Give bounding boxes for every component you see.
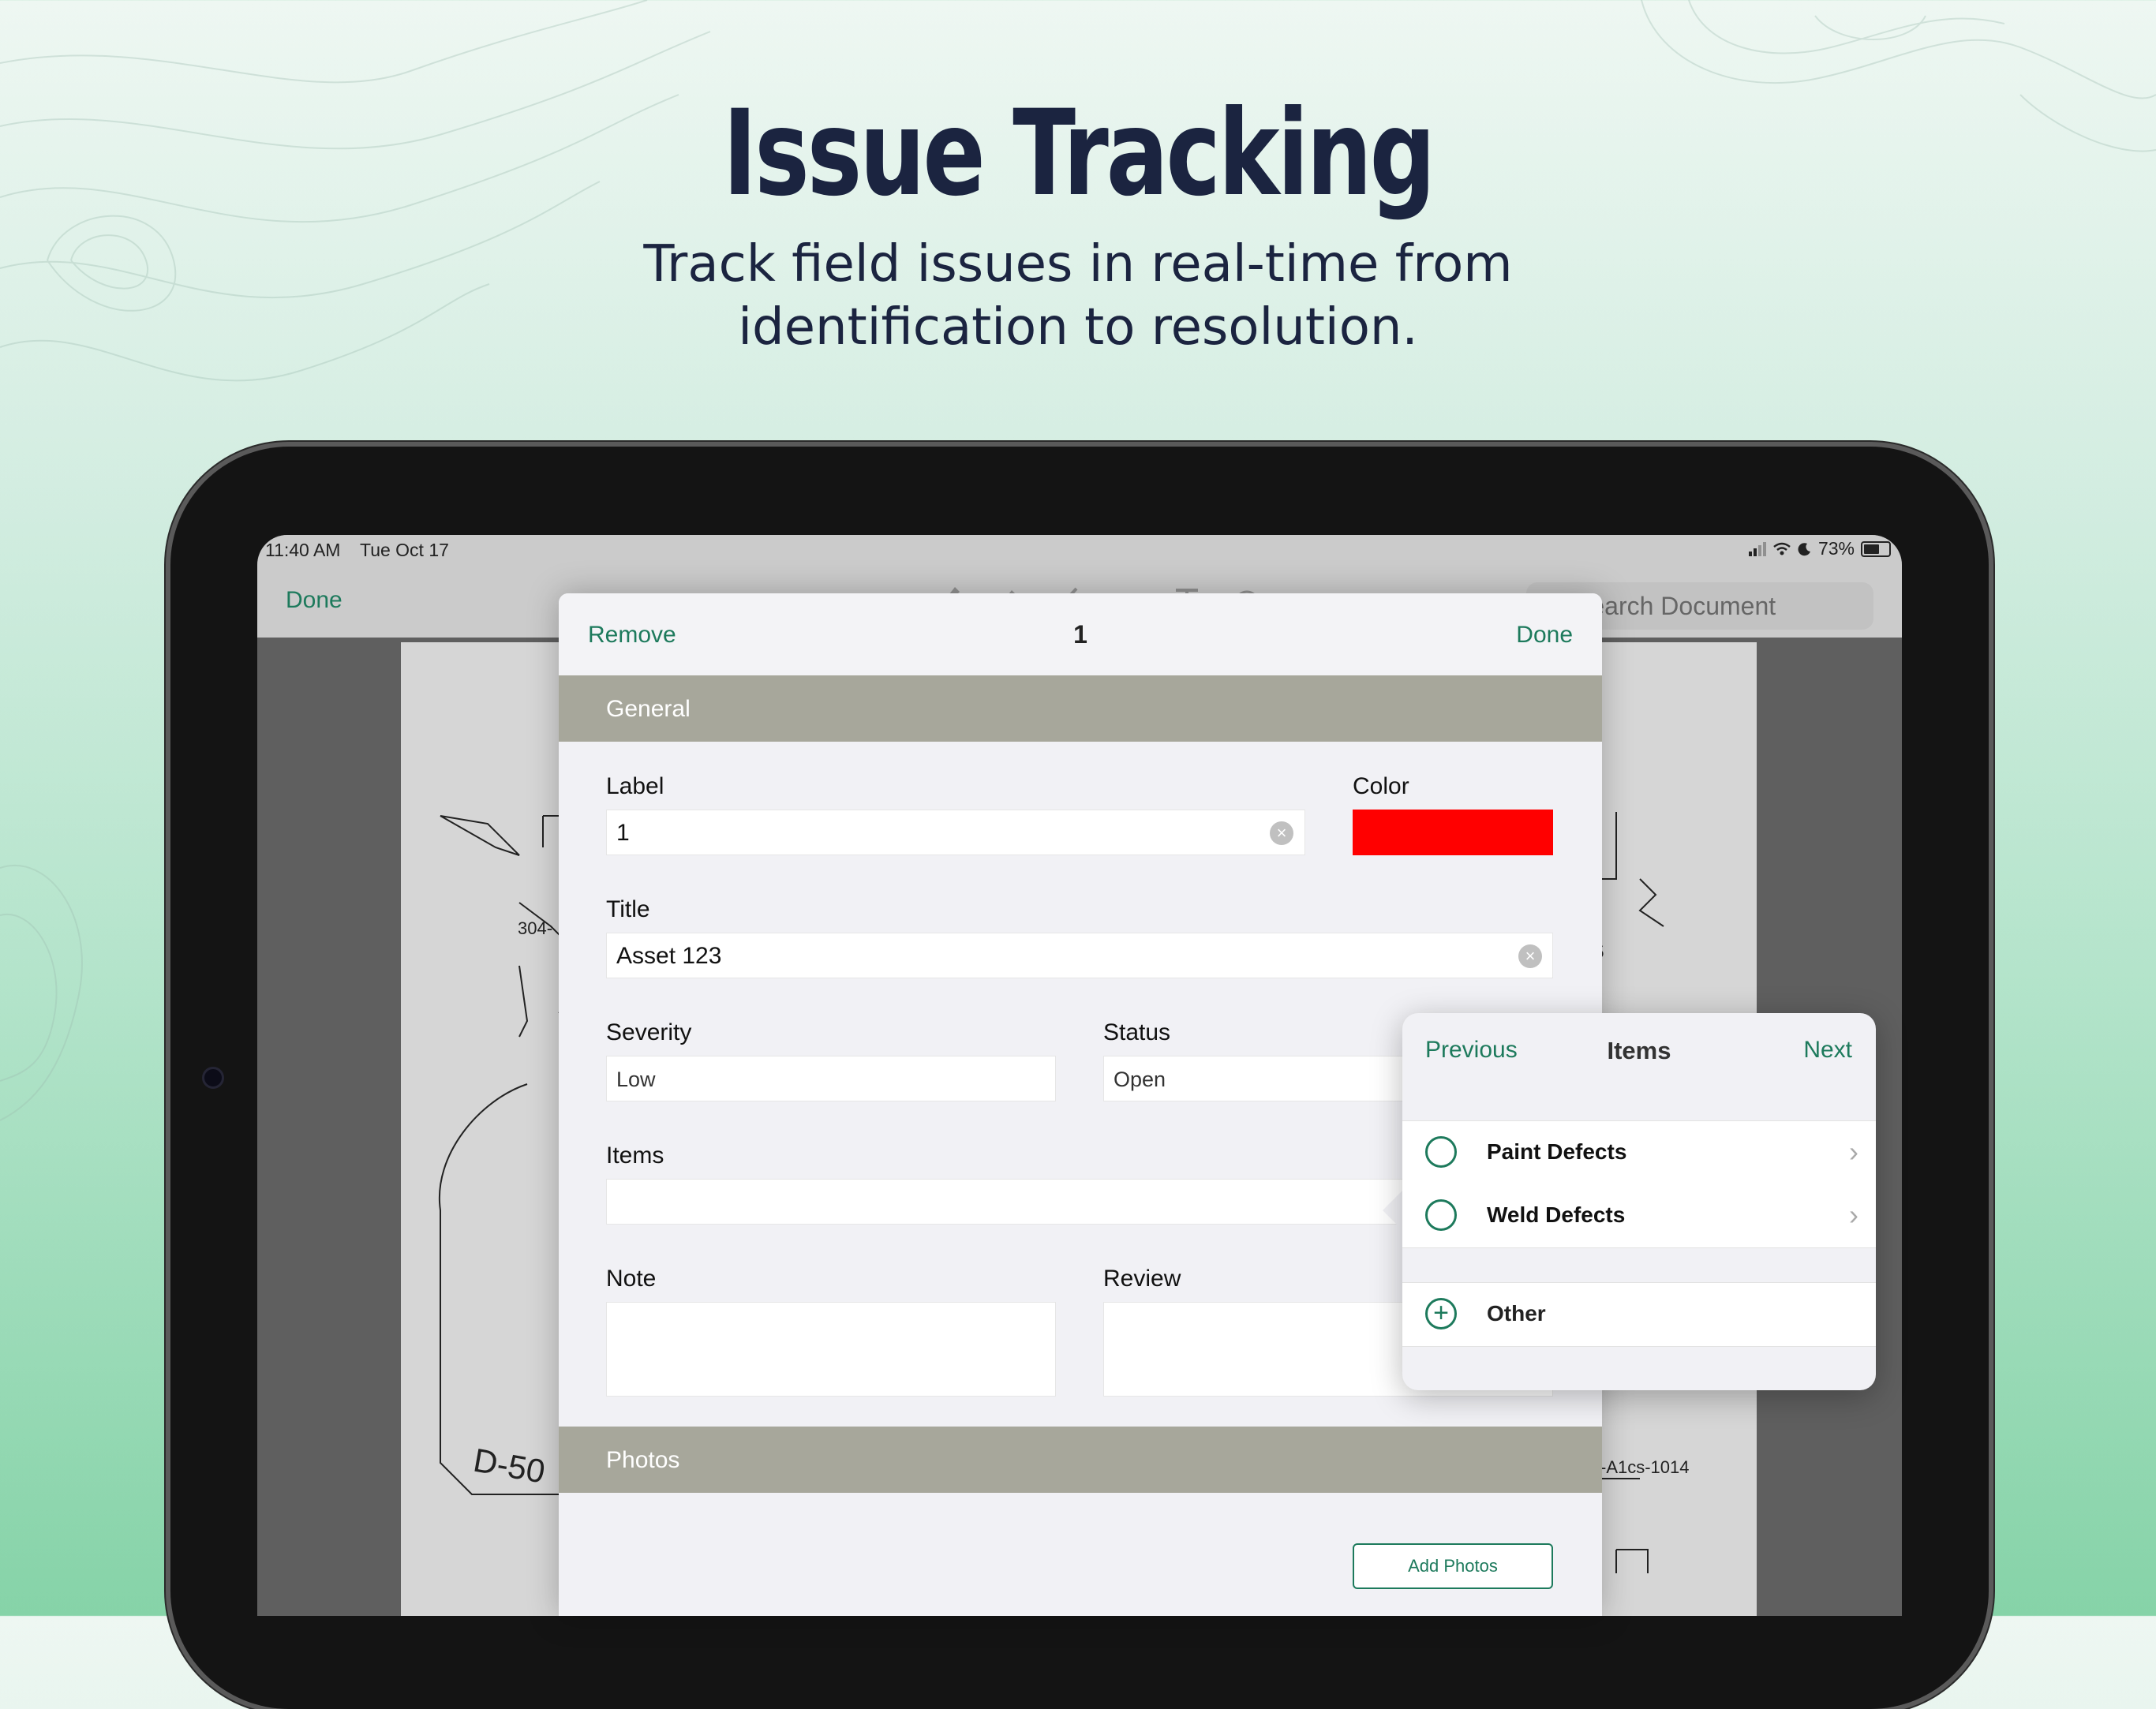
select-circle-icon[interactable] bbox=[1425, 1136, 1457, 1168]
popover-item-label: Weld Defects bbox=[1487, 1202, 1626, 1227]
select-circle-icon[interactable] bbox=[1425, 1199, 1457, 1231]
subheadline: Track field issues in real-time from ide… bbox=[0, 233, 2156, 359]
drawing-label-a1cs: -A1cs-1014 bbox=[1600, 1457, 1690, 1477]
battery-icon bbox=[1861, 540, 1891, 557]
sheet-done-button[interactable]: Done bbox=[1516, 622, 1573, 649]
status-field-label: Status bbox=[1103, 1019, 1171, 1045]
drawing-label-d50: D-50 bbox=[470, 1442, 548, 1490]
battery-percentage: 73% bbox=[1817, 538, 1855, 559]
sheet-title: 1 bbox=[1073, 620, 1087, 649]
popover-next-button[interactable]: Next bbox=[1803, 1037, 1852, 1064]
items-popover: Previous Items Next Paint Defects › Weld… bbox=[1402, 1013, 1876, 1390]
search-placeholder: Search Document bbox=[1574, 592, 1776, 620]
toolbar-done-button[interactable]: Done bbox=[286, 587, 342, 614]
title-field[interactable]: Asset 123 bbox=[606, 933, 1553, 978]
note-field[interactable] bbox=[606, 1302, 1056, 1397]
section-photos-title: Photos bbox=[606, 1447, 680, 1473]
popover-other-label: Other bbox=[1487, 1301, 1546, 1326]
status-indicators: 73% bbox=[1748, 538, 1891, 559]
camera-icon bbox=[202, 1067, 224, 1089]
severity-field[interactable]: Low bbox=[606, 1056, 1056, 1101]
add-photos-button[interactable]: Add Photos bbox=[1353, 1543, 1553, 1589]
title-field-label: Title bbox=[606, 896, 650, 922]
section-general-title: General bbox=[606, 696, 691, 722]
moon-icon bbox=[1798, 542, 1810, 555]
color-field-label: Color bbox=[1353, 773, 1409, 799]
status-bar: 11:40 AM Tue Oct 17 73% bbox=[257, 535, 1902, 567]
cellular-signal-icon bbox=[1748, 541, 1766, 556]
popover-arrow bbox=[1383, 1190, 1403, 1231]
wifi-icon bbox=[1773, 542, 1791, 555]
chevron-right-icon: › bbox=[1849, 1135, 1858, 1168]
popover-item-weld-defects[interactable]: Weld Defects › bbox=[1402, 1184, 1876, 1248]
subheadline-line-1: Track field issues in real-time from bbox=[643, 235, 1513, 294]
section-photos: Photos bbox=[559, 1427, 1602, 1493]
chevron-right-icon: › bbox=[1849, 1199, 1858, 1231]
status-date: Tue Oct 17 bbox=[360, 540, 449, 560]
popover-item-paint-defects[interactable]: Paint Defects › bbox=[1402, 1120, 1876, 1185]
clear-label-icon[interactable]: × bbox=[1270, 821, 1293, 845]
subheadline-line-2: identification to resolution. bbox=[738, 298, 1418, 357]
section-general: General bbox=[559, 675, 1602, 742]
drawing-label-304: 304- bbox=[518, 918, 552, 938]
severity-field-label: Severity bbox=[606, 1019, 692, 1045]
headline: Issue Tracking bbox=[722, 85, 1436, 223]
popover-item-label: Paint Defects bbox=[1487, 1139, 1627, 1164]
review-field-label: Review bbox=[1103, 1266, 1181, 1292]
sheet-header: Remove 1 Done bbox=[559, 593, 1602, 676]
add-circle-icon[interactable]: + bbox=[1425, 1298, 1457, 1329]
items-field-label: Items bbox=[606, 1142, 664, 1169]
color-swatch[interactable] bbox=[1353, 810, 1553, 855]
clear-title-icon[interactable]: × bbox=[1518, 944, 1542, 968]
popover-add-other[interactable]: + Other bbox=[1402, 1282, 1876, 1347]
label-field[interactable]: 1 bbox=[606, 810, 1305, 855]
label-field-label: Label bbox=[606, 773, 664, 799]
status-time: 11:40 AM bbox=[265, 540, 341, 560]
note-field-label: Note bbox=[606, 1266, 657, 1292]
